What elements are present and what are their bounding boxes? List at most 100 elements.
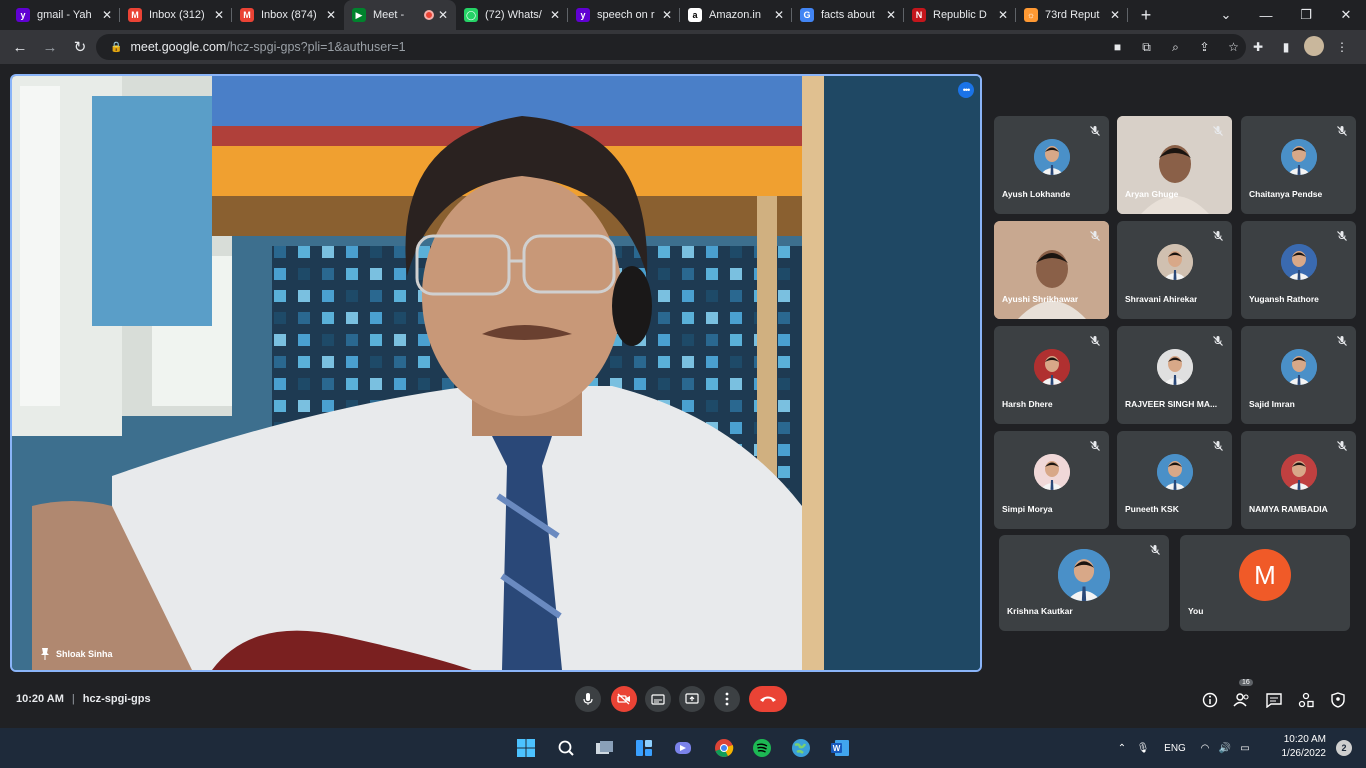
participant-avatar [1033,139,1070,176]
present-screen-button[interactable] [679,686,705,712]
host-controls-button[interactable] [1326,688,1350,712]
participant-tile[interactable]: RAJVEER SINGH MA... [1117,326,1232,424]
close-tab-icon[interactable]: ✕ [438,8,448,22]
reload-button[interactable]: ↻ [66,33,94,61]
battery-icon[interactable]: ▭ [1235,743,1255,754]
globe-app-button[interactable] [789,736,813,760]
svg-text:W: W [833,744,841,753]
participant-tile[interactable]: Shravani Ahirekar [1117,221,1232,319]
browser-menu-icon[interactable]: ⋮ [1328,40,1356,54]
leave-call-button[interactable] [749,686,787,712]
browser-tab[interactable]: y speech on r ✕ [568,0,680,30]
minimize-button[interactable]: — [1246,0,1286,30]
more-options-button[interactable] [714,686,740,712]
back-button[interactable]: ← [6,33,34,61]
tile-options-icon[interactable]: ••• [958,82,974,98]
participant-name: Ayush Lokhande [1002,189,1071,199]
browser-tab[interactable]: ☼ 73rd Reput ✕ [1016,0,1128,30]
participant-name: Sajid Imran [1249,399,1295,409]
close-tab-icon[interactable]: ✕ [998,8,1008,22]
browser-tab[interactable]: a Amazon.in ✕ [680,0,792,30]
close-window-button[interactable]: ✕ [1326,0,1366,30]
muted-mic-icon [1336,439,1348,451]
speaker-video-frame [12,76,980,670]
tray-microphone-icon[interactable]: 🎙 [1131,743,1155,754]
close-tab-icon[interactable]: ✕ [326,8,336,22]
spotify-icon [753,739,771,757]
open-in-new-icon[interactable]: ⧉ [1132,40,1161,55]
microphone-button[interactable] [575,686,601,712]
wifi-icon[interactable]: ◠ [1195,743,1215,754]
participant-tile[interactable]: Krishna Kautkar [999,535,1169,631]
show-hidden-icons-chevron-icon[interactable]: ⌃ [1113,743,1131,754]
participant-tile[interactable]: Chaitanya Pendse [1241,116,1356,214]
extensions-puzzle-icon[interactable]: ✚ [1244,40,1272,54]
activities-button[interactable] [1294,688,1318,712]
browser-tab[interactable]: y gmail - Yah ✕ [8,0,120,30]
address-bar[interactable]: 🔒 meet.google.com /hcz-spgi-gps?pli=1&au… [96,34,1246,60]
browser-tab[interactable]: M Inbox (874) ✕ [232,0,344,30]
new-tab-button[interactable]: + [1132,1,1160,29]
participant-name: You [1188,606,1204,616]
meeting-time: 10:20 AM [16,693,64,705]
close-tab-icon[interactable]: ✕ [102,8,112,22]
restore-button[interactable]: ❐ [1286,0,1326,30]
participant-tile[interactable]: M You [1180,535,1350,631]
input-language[interactable]: ENG [1155,743,1195,754]
tab-favicon-icon: ◯ [464,8,478,22]
participant-name: Puneeth KSK [1125,504,1179,514]
url-host: meet.google.com [130,40,227,54]
taskbar-clock[interactable]: 10:20 AM 1/26/2022 [1282,733,1327,761]
participant-avatar [1280,139,1317,176]
close-tab-icon[interactable]: ✕ [886,8,896,22]
close-tab-icon[interactable]: ✕ [214,8,224,22]
tab-search-icon[interactable]: ⌄ [1206,0,1246,30]
task-view-button[interactable] [593,736,617,760]
browser-tab[interactable]: M Inbox (312) ✕ [120,0,232,30]
participant-tile[interactable]: Ayush Lokhande [994,116,1109,214]
close-tab-icon[interactable]: ✕ [662,8,672,22]
chat-button[interactable] [1262,688,1286,712]
participant-tile[interactable]: Harsh Dhere [994,326,1109,424]
participant-tile[interactable]: Aryan Ghuge [1117,116,1232,214]
browser-tab[interactable]: ◯ (72) Whats/ ✕ [456,0,568,30]
camera-off-button[interactable] [611,686,637,712]
spotify-button[interactable] [750,736,774,760]
tab-title: gmail - Yah [37,9,92,21]
close-tab-icon[interactable]: ✕ [550,8,560,22]
zoom-icon[interactable]: ⌕ [1161,40,1190,55]
browser-tab[interactable]: N Republic D ✕ [904,0,1016,30]
share-icon[interactable]: ⇪ [1190,40,1219,54]
widgets-button[interactable] [632,736,656,760]
microphone-icon [583,693,593,705]
participant-tile[interactable]: Simpi Morya [994,431,1109,529]
tab-favicon-icon: y [16,8,30,22]
main-speaker-video[interactable]: ••• Shloak Sinha [10,74,982,672]
browser-tab[interactable]: ▶ Meet - ✕ [344,0,456,30]
forward-button[interactable]: → [36,33,64,61]
meeting-details-button[interactable] [1198,688,1222,712]
participant-tile[interactable]: Ayushi Shrikhawar [994,221,1109,319]
profile-avatar[interactable] [1300,35,1328,59]
volume-icon[interactable]: 🔊 [1215,743,1235,754]
notification-count-badge[interactable]: 2 [1336,740,1352,756]
windows-start-icon [517,739,535,757]
browser-tab[interactable]: Gfacts about ✕ [792,0,904,30]
close-tab-icon[interactable]: ✕ [774,8,784,22]
captions-button[interactable] [645,686,671,712]
side-panel-icon[interactable]: ▮ [1272,40,1300,54]
participant-tile[interactable]: Puneeth KSK [1117,431,1232,529]
chrome-taskbar-button[interactable] [712,736,736,760]
close-tab-icon[interactable]: ✕ [1110,8,1120,22]
start-button[interactable] [514,736,538,760]
people-button[interactable] [1230,688,1254,712]
participant-tile[interactable]: Yugansh Rathore [1241,221,1356,319]
teams-chat-button[interactable] [671,736,695,760]
participant-tile[interactable]: NAMYA RAMBADIA [1241,431,1356,529]
taskbar-search-button[interactable] [554,736,578,760]
camera-in-use-icon[interactable]: ■ [1103,40,1132,54]
activities-icon [1298,692,1314,708]
participant-tile[interactable]: Sajid Imran [1241,326,1356,424]
lock-icon: 🔒 [110,41,123,53]
word-button[interactable]: W [828,736,852,760]
